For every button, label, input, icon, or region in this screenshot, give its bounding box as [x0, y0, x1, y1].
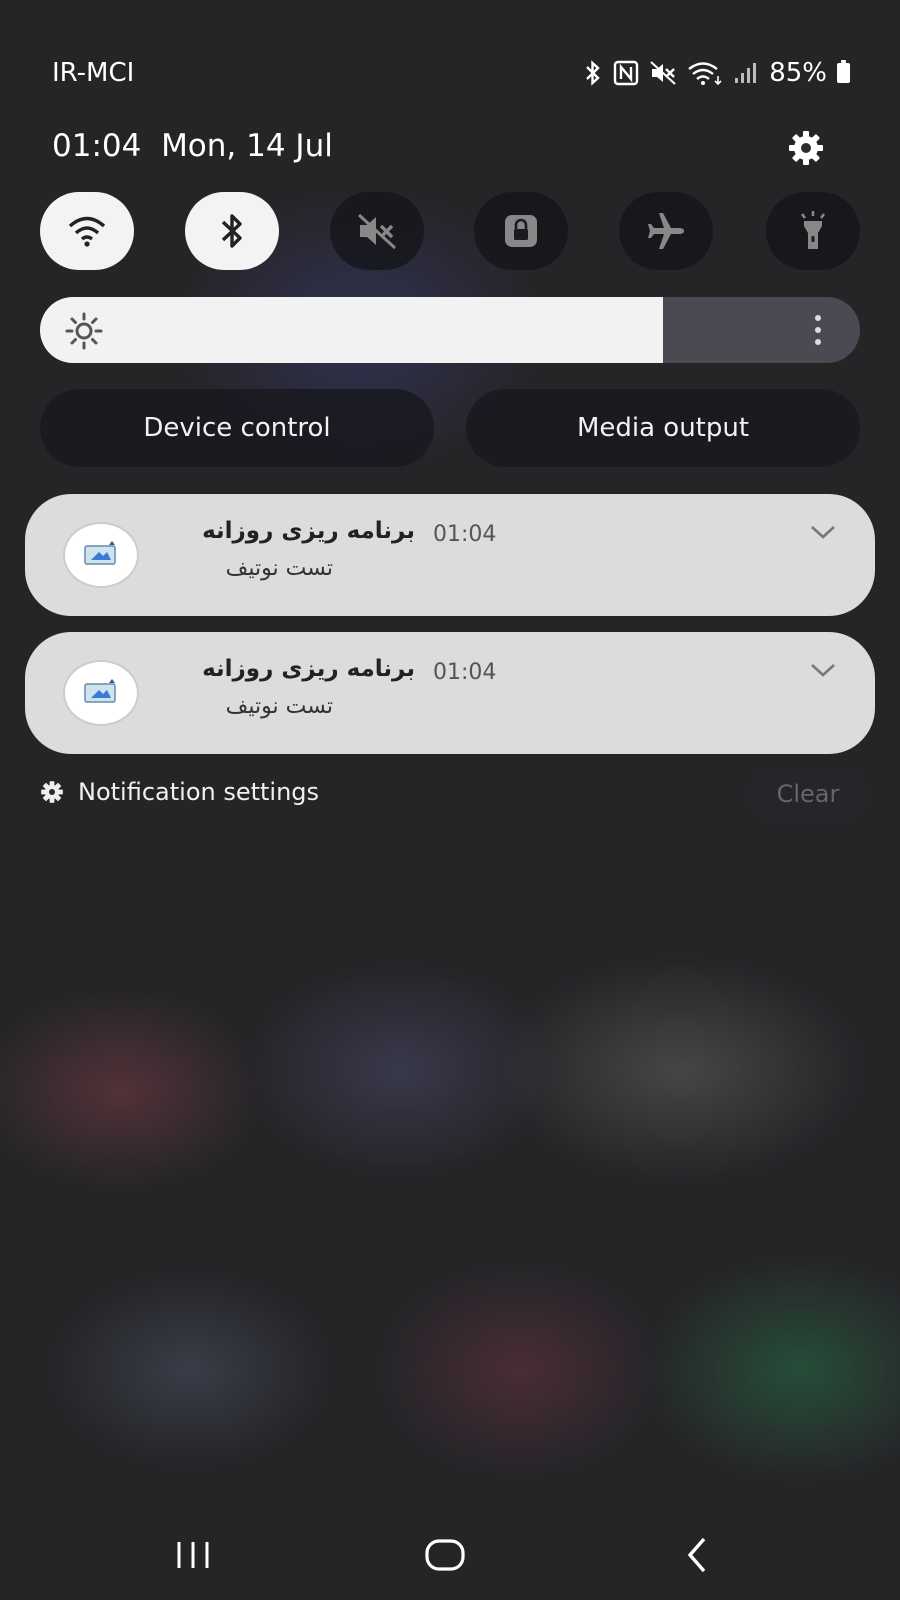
signal-icon	[735, 63, 757, 83]
notification-card[interactable]: برنامه ریزی روزانه 01:04 تست نوتیف	[25, 494, 875, 616]
navigation-bar	[0, 1515, 900, 1595]
rotation-lock-toggle[interactable]	[474, 192, 568, 270]
settings-button[interactable]	[786, 128, 826, 168]
gear-icon	[41, 781, 63, 803]
back-button[interactable]	[657, 1515, 737, 1595]
wifi-icon	[688, 62, 722, 86]
date-text: Mon, 14 Jul	[161, 128, 333, 164]
brightness-slider[interactable]	[40, 297, 860, 363]
notification-time: 01:04	[433, 660, 497, 685]
bluetooth-toggle[interactable]	[185, 192, 279, 270]
notification-title: برنامه ریزی روزانه	[202, 656, 415, 682]
device-control-label: Device control	[143, 413, 331, 443]
airplane-mode-toggle[interactable]	[619, 192, 713, 270]
recent-apps-icon	[177, 1542, 209, 1568]
carrier-name: IR-MCI	[52, 58, 135, 88]
device-control-button[interactable]: Device control	[40, 389, 434, 467]
mute-icon	[357, 213, 397, 250]
time-text: 01:04	[52, 128, 142, 164]
date-time: 01:04 Mon, 14 Jul	[52, 128, 333, 164]
bluetooth-icon	[586, 60, 600, 86]
media-output-label: Media output	[576, 413, 750, 443]
notification-card[interactable]: برنامه ریزی روزانه 01:04 تست نوتیف	[25, 632, 875, 754]
lock-icon	[505, 215, 537, 247]
flashlight-toggle[interactable]	[766, 192, 860, 270]
notification-time: 01:04	[433, 522, 497, 547]
notification-body: تست نوتیف	[225, 694, 333, 719]
notification-title: برنامه ریزی روزانه	[202, 518, 415, 544]
gear-icon	[789, 131, 823, 165]
bluetooth-icon	[221, 214, 242, 248]
home-button[interactable]	[405, 1515, 485, 1595]
notification-body: تست نوتیف	[225, 556, 333, 581]
clear-button[interactable]: Clear	[750, 770, 866, 818]
chevron-down-icon[interactable]	[809, 522, 837, 542]
status-icons: 85%	[583, 58, 850, 88]
home-icon	[425, 1539, 465, 1571]
back-icon	[687, 1537, 706, 1573]
chevron-down-icon[interactable]	[809, 660, 837, 680]
sound-toggle[interactable]	[330, 192, 424, 270]
app-logo-icon	[84, 541, 116, 565]
nfc-icon	[614, 60, 639, 86]
mute-icon	[650, 61, 676, 85]
flashlight-icon	[800, 211, 826, 249]
brightness-icon	[65, 312, 103, 350]
media-output-button[interactable]: Media output	[466, 389, 860, 467]
clear-label: Clear	[776, 780, 840, 808]
wifi-icon	[68, 216, 106, 247]
recent-apps-button[interactable]	[153, 1515, 233, 1595]
more-options-icon[interactable]	[812, 313, 824, 347]
airplane-icon	[648, 213, 684, 249]
notification-settings-label: Notification settings	[78, 778, 320, 806]
app-icon	[63, 660, 139, 726]
wifi-toggle[interactable]	[40, 192, 134, 270]
battery-percent: 85%	[769, 58, 827, 88]
app-logo-icon	[84, 679, 116, 703]
notification-settings-button[interactable]: Notification settings	[40, 778, 319, 806]
battery-icon	[837, 60, 850, 83]
quick-settings-row	[40, 192, 860, 270]
brightness-slider-fill	[40, 297, 664, 363]
app-icon	[63, 522, 139, 588]
